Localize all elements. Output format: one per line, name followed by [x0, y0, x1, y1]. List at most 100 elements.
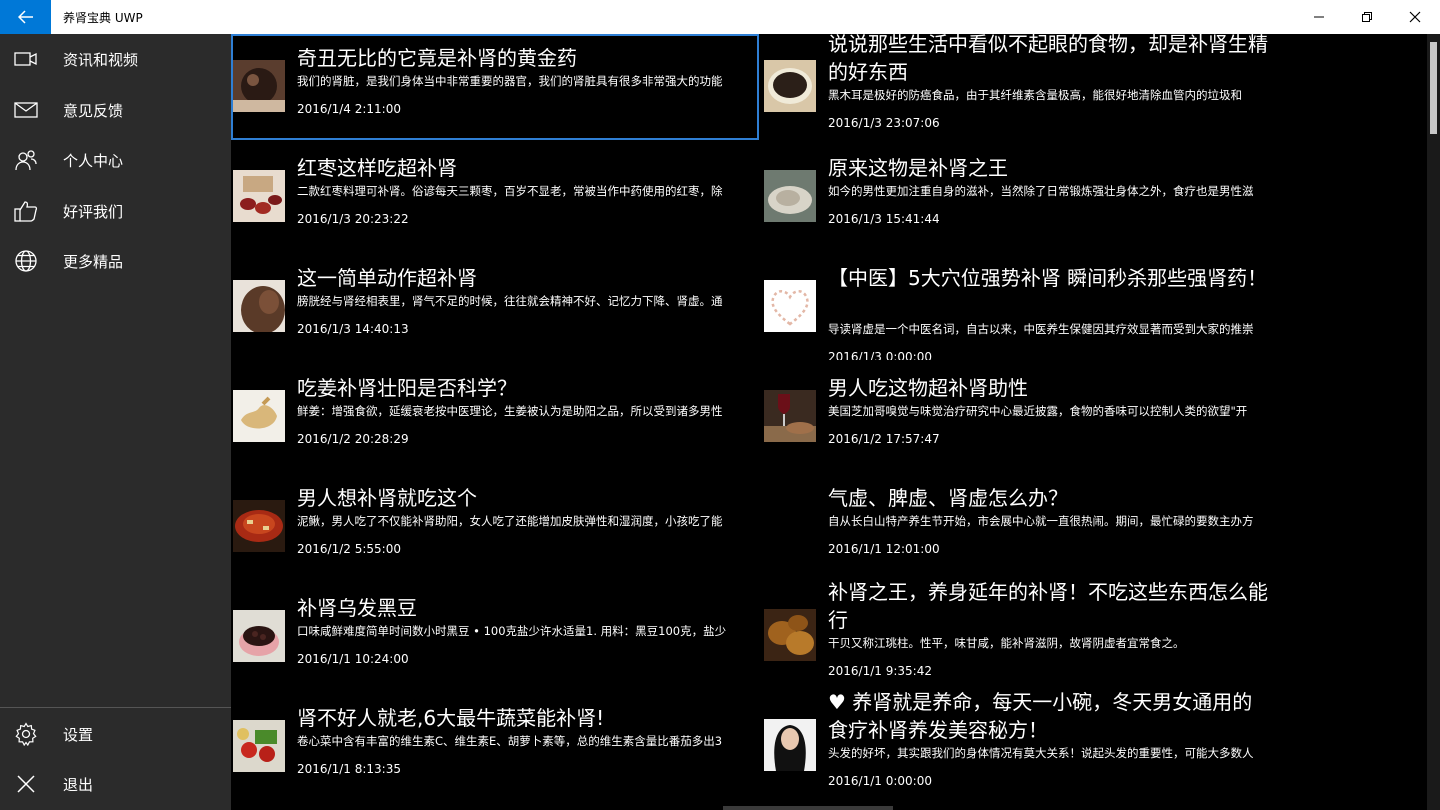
article-date: 2016/1/3 15:41:44 — [828, 212, 940, 226]
article-date: 2016/1/1 9:35:42 — [828, 664, 932, 678]
article-summary: 美国芝加哥嗅觉与味觉治疗研究中心最近披露，食物的香味可以控制人类的欲望"开 — [828, 404, 1248, 418]
article-title: 【中医】5大穴位强势补肾 瞬间秒杀那些强肾药！ — [828, 266, 1268, 290]
sidebar-item-profile[interactable]: 个人中心 — [0, 135, 231, 185]
restore-icon — [1362, 12, 1372, 22]
article-item[interactable]: 奇丑无比的它竟是补肾的黄金药 我们的肾脏，是我们身体当中非常重要的器官，我们的肾… — [231, 34, 759, 140]
article-thumbnail — [764, 60, 816, 112]
article-title: 奇丑无比的它竟是补肾的黄金药 — [297, 46, 577, 70]
article-item[interactable]: 吃姜补肾壮阳是否科学？ 鲜姜：增强食欲，延缓衰老按中医理论，生姜被认为是助阳之品… — [231, 364, 759, 470]
article-item[interactable]: 说说那些生活中看似不起眼的食物，却是补肾生精的好东西 黑木耳是极好的防癌食品，由… — [762, 34, 1290, 140]
article-item[interactable]: 肾不好人就老,6大最牛蔬菜能补肾! 卷心菜中含有丰富的维生素C、维生素E、胡萝卜… — [231, 694, 759, 800]
article-title: 原来这物是补肾之王 — [828, 156, 1008, 180]
sidebar-item-label: 意见反馈 — [63, 101, 124, 120]
sidebar-item-rate-us[interactable]: 好评我们 — [0, 186, 231, 236]
app-title: 养肾宝典 UWP — [63, 11, 143, 25]
sidebar-item-more-apps[interactable]: 更多精品 — [0, 236, 231, 286]
article-title: 男人想补肾就吃这个 — [297, 486, 477, 510]
article-title: 吃姜补肾壮阳是否科学？ — [297, 376, 517, 400]
article-summary: 我们的肾脏，是我们身体当中非常重要的器官，我们的肾脏具有很多非常强大的功能 — [297, 74, 723, 88]
article-thumbnail — [764, 170, 816, 222]
minimize-button[interactable] — [1296, 0, 1342, 34]
article-thumbnail — [233, 170, 285, 222]
article-thumbnail — [233, 610, 285, 662]
article-item[interactable]: ♥ 养肾就是养命，每天一小碗，冬天男女通用的食疗补肾养发美容秘方！ 头发的好坏，… — [762, 688, 1290, 794]
title-bar: 养肾宝典 UWP — [0, 0, 1440, 34]
article-thumbnail — [233, 720, 285, 772]
sidebar: 资讯和视频 意见反馈 个人中心 好评我们 更多精品 设置 退出 — [0, 34, 231, 810]
article-date: 2016/1/3 23:07:06 — [828, 116, 940, 130]
article-date: 2016/1/4 2:11:00 — [297, 102, 401, 116]
article-item[interactable]: 【中医】5大穴位强势补肾 瞬间秒杀那些强肾药！ 导读肾虚是一个中医名词，自古以来… — [762, 254, 1290, 360]
article-date: 2016/1/1 12:01:00 — [828, 542, 940, 556]
back-button[interactable] — [0, 0, 51, 34]
article-summary: 膀胱经与肾经相表里，肾气不足的时候，往往就会精神不好、记忆力下降、肾虚。通 — [297, 294, 723, 308]
article-title: 男人吃这物超补肾助性 — [828, 376, 1028, 400]
restore-button[interactable] — [1344, 0, 1390, 34]
article-list: 奇丑无比的它竟是补肾的黄金药 我们的肾脏，是我们身体当中非常重要的器官，我们的肾… — [231, 34, 1440, 810]
sidebar-divider — [0, 707, 231, 708]
article-summary: 导读肾虚是一个中医名词，自古以来，中医养生保健因其疗效显著而受到大家的推崇 — [828, 322, 1254, 336]
sidebar-item-news-video[interactable]: 资讯和视频 — [0, 34, 231, 84]
article-title: 说说那些生活中看似不起眼的食物，却是补肾生精的好东西 — [828, 34, 1268, 84]
article-summary: 黑木耳是极好的防癌食品，由于其纤维素含量极高，能很好地清除血管内的垃圾和 — [828, 88, 1242, 102]
sidebar-item-exit[interactable]: 退出 — [0, 759, 231, 809]
arrow-left-icon — [17, 10, 33, 24]
sidebar-item-label: 好评我们 — [63, 202, 124, 221]
article-thumbnail — [764, 390, 816, 442]
sidebar-item-settings[interactable]: 设置 — [0, 709, 231, 759]
article-thumbnail — [233, 500, 285, 552]
article-summary: 如今的男性更加注重自身的滋补，当然除了日常锻炼强壮身体之外，食疗也是男性滋 — [828, 184, 1254, 198]
article-summary: 二款红枣料理可补肾。俗谚每天三颗枣，百岁不显老，常被当作中药使用的红枣，除 — [297, 184, 723, 198]
article-item[interactable]: 原来这物是补肾之王 如今的男性更加注重自身的滋补，当然除了日常锻炼强壮身体之外，… — [762, 144, 1290, 250]
close-icon — [1409, 11, 1421, 23]
sidebar-item-label: 退出 — [63, 775, 94, 794]
people-icon — [14, 148, 38, 172]
article-item[interactable]: 这一简单动作超补肾 膀胱经与肾经相表里，肾气不足的时候，往往就会精神不好、记忆力… — [231, 254, 759, 360]
article-thumbnail — [233, 60, 285, 112]
article-thumbnail — [233, 390, 285, 442]
globe-icon — [14, 249, 38, 273]
article-date: 2016/1/3 20:23:22 — [297, 212, 409, 226]
article-item[interactable]: 红枣这样吃超补肾 二款红枣料理可补肾。俗谚每天三颗枣，百岁不显老，常被当作中药使… — [231, 144, 759, 250]
mail-icon — [14, 98, 38, 122]
article-summary: 头发的好坏，其实跟我们的身体情况有莫大关系！说起头发的重要性，可能大多数人 — [828, 746, 1254, 760]
sidebar-item-label: 更多精品 — [63, 252, 124, 271]
gear-icon — [14, 722, 38, 746]
article-item[interactable]: 补肾之王，养身延年的补肾！不吃这些东西怎么能行 干贝又称江珧柱。性平，味甘咸，能… — [762, 578, 1290, 684]
article-title: 气虚、脾虚、肾虚怎么办？ — [828, 486, 1068, 510]
horizontal-scrollbar[interactable] — [723, 806, 893, 810]
article-title: 肾不好人就老,6大最牛蔬菜能补肾! — [297, 706, 605, 730]
close-button[interactable] — [1392, 0, 1438, 34]
article-thumbnail — [764, 719, 816, 771]
minimize-icon — [1314, 16, 1324, 18]
article-date: 2016/1/1 0:00:00 — [828, 774, 932, 788]
article-date: 2016/1/3 0:00:00 — [828, 350, 932, 360]
article-date: 2016/1/1 8:13:35 — [297, 762, 401, 776]
article-date: 2016/1/2 17:57:47 — [828, 432, 940, 446]
vertical-scrollbar[interactable] — [1427, 34, 1440, 810]
article-summary: 泥鳅，男人吃了不仅能补肾助阳，女人吃了还能增加皮肤弹性和湿润度，小孩吃了能 — [297, 514, 723, 528]
sidebar-item-feedback[interactable]: 意见反馈 — [0, 85, 231, 135]
sidebar-item-label: 资讯和视频 — [63, 50, 139, 69]
article-summary: 口味咸鲜难度简单时间数小时黑豆 • 100克盐少许水适量1. 用料：黑豆100克… — [297, 624, 727, 638]
article-date: 2016/1/3 14:40:13 — [297, 322, 409, 336]
article-date: 2016/1/1 10:24:00 — [297, 652, 409, 666]
article-thumbnail — [764, 609, 816, 661]
article-item[interactable]: 男人吃这物超补肾助性 美国芝加哥嗅觉与味觉治疗研究中心最近披露，食物的香味可以控… — [762, 364, 1290, 470]
article-title: 补肾乌发黑豆 — [297, 596, 417, 620]
article-summary: 卷心菜中含有丰富的维生素C、维生素E、胡萝卜素等，总的维生素含量比番茄多出3 — [297, 734, 723, 748]
article-summary: 干贝又称江珧柱。性平，味甘咸，能补肾滋阴，故肾阴虚者宜常食之。 — [828, 636, 1185, 650]
article-summary: 鲜姜：增强食欲，延缓衰老按中医理论，生姜被认为是助阳之品，所以受到诸多男性 — [297, 404, 723, 418]
article-date: 2016/1/2 20:28:29 — [297, 432, 409, 446]
close-icon — [14, 772, 38, 796]
article-item[interactable]: 男人想补肾就吃这个 泥鳅，男人吃了不仅能补肾助阳，女人吃了还能增加皮肤弹性和湿润… — [231, 474, 759, 580]
sidebar-item-label: 设置 — [63, 725, 94, 744]
article-item[interactable]: 补肾乌发黑豆 口味咸鲜难度简单时间数小时黑豆 • 100克盐少许水适量1. 用料… — [231, 584, 759, 690]
article-thumbnail — [764, 280, 816, 332]
scrollbar-thumb[interactable] — [1430, 42, 1437, 134]
video-camera-icon — [14, 47, 38, 71]
article-title: 这一简单动作超补肾 — [297, 266, 477, 290]
article-summary: 自从长白山特产养生节开始，市会展中心就一直很热闹。期间，最忙碌的要数主办方 — [828, 514, 1254, 528]
article-item[interactable]: 气虚、脾虚、肾虚怎么办？ 自从长白山特产养生节开始，市会展中心就一直很热闹。期间… — [762, 474, 1290, 580]
thumbs-up-icon — [14, 199, 38, 223]
